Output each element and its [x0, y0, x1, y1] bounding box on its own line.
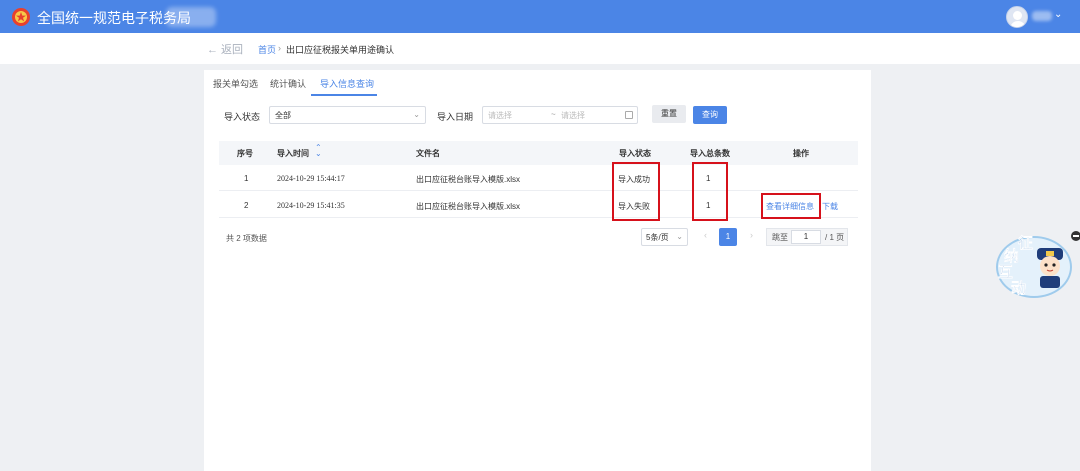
highlight-box-status: [612, 162, 660, 221]
page-size-select[interactable]: 5条/页 ⌄: [641, 228, 688, 246]
import-status-select[interactable]: 全部 ⌄: [269, 106, 426, 124]
collapse-handle-icon[interactable]: [1071, 231, 1080, 241]
col-import-count: 导入总条数: [690, 149, 730, 158]
user-avatar[interactable]: [1006, 6, 1028, 28]
table-header: 序号 导入时间 ⌃ ⌄ 文件名 导入状态 导入总条数 操作: [219, 141, 858, 165]
chevron-down-icon: ⌄: [676, 232, 683, 241]
tab-declaration-select[interactable]: 报关单勾选: [213, 77, 258, 90]
next-page-button[interactable]: ›: [750, 230, 753, 240]
region-blurred-badge: [166, 7, 216, 27]
tab-stat-confirm[interactable]: 统计确认: [270, 77, 306, 90]
col-import-status: 导入状态: [619, 149, 651, 158]
search-button[interactable]: 查询: [693, 106, 727, 124]
date-separator: ~: [551, 110, 556, 119]
active-tab-indicator: [311, 94, 377, 96]
highlight-box-details: [761, 193, 821, 219]
date-end-placeholder: 请选择: [561, 111, 585, 120]
col-actions: 操作: [793, 149, 809, 158]
widget-char: 征: [1018, 235, 1034, 252]
row-index: 2: [244, 201, 249, 210]
tab-bar: 报关单勾选 统计确认 导入信息查询: [204, 70, 871, 97]
page-jumper: 跳至 1 / 1 页: [766, 228, 848, 246]
download-link[interactable]: 下载: [822, 201, 838, 212]
row-index: 1: [244, 174, 249, 183]
page-1-button[interactable]: 1: [719, 228, 737, 246]
row-import-time: 2024-10-29 15:44:17: [277, 174, 345, 183]
import-status-label: 导入状态: [224, 112, 261, 122]
tab-import-query[interactable]: 导入信息查询: [320, 77, 374, 90]
user-name-blurred[interactable]: [1032, 11, 1052, 21]
tax-emblem-icon: [12, 8, 30, 26]
tax-interaction-widget[interactable]: 征 纳 互 动: [996, 235, 1072, 298]
chevron-down-icon[interactable]: ⌄: [1054, 9, 1062, 20]
import-status-value: 全部: [275, 111, 291, 120]
mascot-icon: [1037, 248, 1063, 288]
row-import-time: 2024-10-29 15:41:35: [277, 201, 345, 210]
main-panel: 报关单勾选 统计确认 导入信息查询 导入状态 全部 ⌄ 导入日期 请选择 ~ 请…: [204, 70, 871, 471]
date-start-placeholder: 请选择: [488, 111, 512, 120]
highlight-box-count: [692, 162, 728, 221]
import-date-range[interactable]: 请选择 ~ 请选择: [482, 106, 638, 124]
col-index: 序号: [237, 149, 253, 158]
col-filename: 文件名: [416, 149, 440, 158]
import-date-label: 导入日期: [437, 112, 474, 122]
top-bar: 全国统一规范电子税务局 ⌄: [0, 0, 1080, 33]
jump-label: 跳至: [772, 233, 788, 242]
total-count: 共 2 项数据: [226, 234, 267, 243]
page-total: / 1 页: [825, 233, 845, 242]
table-row: 1 2024-10-29 15:44:17 出口应征税台账导入模版.xlsx 导…: [219, 165, 858, 191]
row-filename: 出口应征税台账导入模版.xlsx: [416, 175, 520, 184]
page-size-value: 5条/页: [646, 233, 669, 242]
breadcrumb-separator: ›: [278, 43, 281, 53]
back-button[interactable]: ← 返回: [207, 41, 243, 57]
breadcrumb: ← 返回 首页 › 出口应征税报关单用途确认: [0, 33, 1080, 64]
calendar-icon: [625, 111, 633, 119]
col-import-time: 导入时间: [277, 149, 309, 158]
reset-button[interactable]: 重置: [652, 105, 686, 123]
breadcrumb-current: 出口应征税报关单用途确认: [286, 45, 395, 55]
widget-char: 动: [1011, 280, 1027, 297]
chevron-down-icon: ⌄: [413, 110, 420, 119]
row-filename: 出口应征税台账导入模版.xlsx: [416, 202, 520, 211]
jump-page-input[interactable]: 1: [791, 230, 821, 244]
sort-icon[interactable]: ⌃ ⌄: [315, 144, 322, 158]
breadcrumb-home-link[interactable]: 首页: [258, 43, 276, 56]
prev-page-button[interactable]: ‹: [704, 230, 707, 240]
